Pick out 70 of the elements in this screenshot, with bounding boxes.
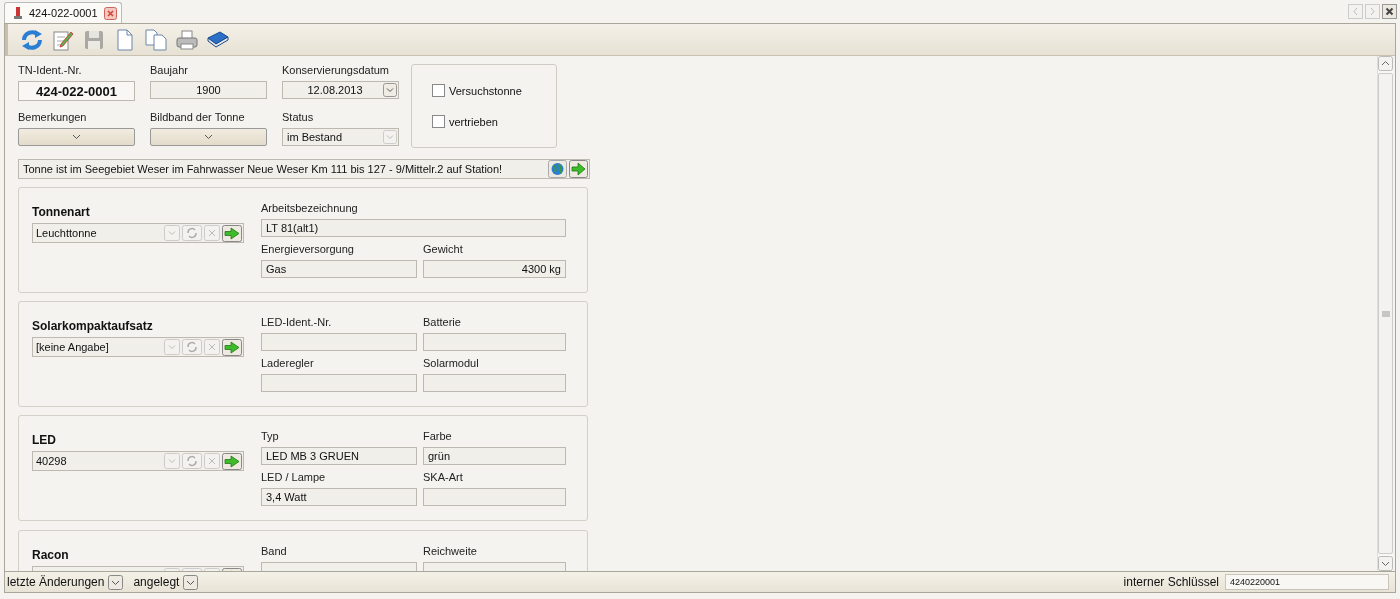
combo-box[interactable]: [keine Angabe] <box>32 337 244 357</box>
scrollbar[interactable] <box>1377 56 1393 571</box>
close-icon[interactable] <box>1382 4 1397 19</box>
field-label: Arbeitsbezeichnung <box>261 202 359 215</box>
field-label: Laderegler <box>261 357 315 370</box>
section-title: Solarkompaktaufsatz <box>32 319 154 333</box>
status-select[interactable]: im Bestand <box>282 128 399 146</box>
field-label: Typ <box>261 430 280 443</box>
tab-title: 424-022-0001 <box>29 7 98 19</box>
combo-box[interactable]: Leuchttonne <box>32 223 244 243</box>
caret-icon[interactable] <box>183 574 199 590</box>
section-title: Tonnenart <box>32 205 91 219</box>
globe-icon[interactable] <box>548 160 567 178</box>
input-field[interactable] <box>423 488 566 506</box>
input-field[interactable] <box>423 374 566 392</box>
buoy-icon <box>13 6 23 20</box>
field-label: Bemerkungen <box>18 111 88 124</box>
input-field[interactable] <box>423 333 566 351</box>
input-field[interactable] <box>261 333 417 351</box>
field-label: Gewicht <box>423 243 464 256</box>
close-icon[interactable] <box>103 6 117 20</box>
field-label: Batterie <box>423 316 462 329</box>
input-field[interactable]: LED MB 3 GRUEN <box>261 447 417 465</box>
copy-icon[interactable] <box>144 27 168 52</box>
location-note: Tonne ist im Seegebiet Weser im Fahrwasser Neue Weser Km 111 bis 127 - 9/Mittelr.2 auf Station! <box>23 163 504 175</box>
checkbox[interactable]: Versuchstonne <box>432 84 556 97</box>
date-field[interactable]: 12.08.2013 <box>282 81 399 99</box>
status-label: angelegt <box>133 575 180 589</box>
checkbox[interactable]: vertrieben <box>432 115 556 128</box>
arrow-right-icon[interactable] <box>569 160 588 178</box>
combo-box[interactable]: 40298 <box>32 451 244 471</box>
caret-icon <box>204 134 213 140</box>
dropdown-button[interactable] <box>150 128 267 146</box>
printer-icon[interactable] <box>175 27 199 52</box>
caret-icon[interactable] <box>108 574 124 590</box>
input-field[interactable]: grün <box>423 447 566 465</box>
dropdown-button[interactable] <box>18 128 135 146</box>
input-field[interactable] <box>261 374 417 392</box>
field-label: LED / Lampe <box>261 471 327 484</box>
field-label: TN-Ident.-Nr. <box>18 64 83 77</box>
key-field[interactable]: 4240220001 <box>1225 574 1389 590</box>
field-label: Reichweite <box>423 545 478 558</box>
input-field[interactable]: 3,4 Watt <box>261 488 417 506</box>
section-title: LED <box>32 433 57 447</box>
status-label: interner Schlüssel <box>1123 575 1219 589</box>
refresh-icon[interactable] <box>20 27 44 52</box>
field-label: Konservierungsdatum <box>282 64 390 77</box>
caret-icon <box>72 134 81 140</box>
input-field[interactable]: Gas <box>261 260 417 278</box>
field-label: Farbe <box>423 430 453 443</box>
previous-icon[interactable] <box>1348 4 1363 19</box>
field-label: SKA-Art <box>423 471 464 484</box>
scroll-up-icon[interactable] <box>1378 56 1393 71</box>
section-title: Racon <box>32 548 70 562</box>
field-label: Baujahr <box>150 64 189 77</box>
input-field[interactable]: LT 81(alt1) <box>261 219 566 237</box>
ident-field[interactable]: 424-022-0001 <box>18 81 135 101</box>
scroll-down-icon[interactable] <box>1378 556 1393 571</box>
field-label: Bildband der Tonne <box>150 111 246 124</box>
field-label: Status <box>282 111 315 124</box>
field-label: Energieversorgung <box>261 243 355 256</box>
document-tab[interactable]: 424-022-0001 <box>4 2 122 23</box>
status-label: letzte Änderungen <box>7 575 105 589</box>
field-label: LED-Ident.-Nr. <box>261 316 333 329</box>
field-label: Solarmodul <box>423 357 480 370</box>
caret-icon <box>383 130 397 144</box>
grip-icon[interactable] <box>1381 310 1390 317</box>
input-field[interactable]: 1900 <box>150 81 267 99</box>
input-field[interactable]: 4300 kg <box>423 260 566 278</box>
field-label: Band <box>261 545 288 558</box>
